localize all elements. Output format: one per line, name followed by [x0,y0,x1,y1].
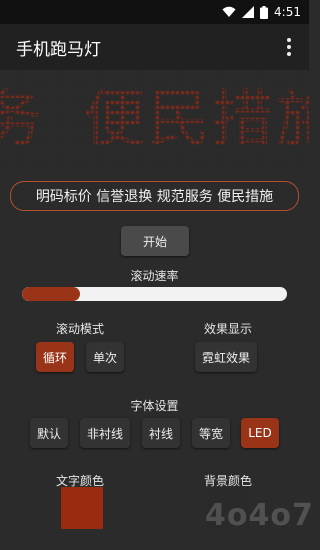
marquee-preview: 务 便民措施 [0,70,309,174]
marquee-text-input-value: 明码标价 信誉退换 规范服务 便民措施 [35,189,274,205]
scroll-mode-once-button[interactable]: 单次 [86,342,124,372]
text-color-swatch[interactable] [61,487,103,529]
font-led-button[interactable]: LED [241,418,279,448]
marquee-text: 务 便民措施 [0,82,309,155]
overflow-menu-icon[interactable] [277,34,301,60]
font-serif-button[interactable]: 衬线 [142,418,180,448]
status-bar: 4:51 [0,0,309,24]
speed-slider[interactable] [22,287,287,301]
wifi-icon [222,6,236,18]
battery-icon [260,5,269,19]
font-settings-label: 字体设置 [130,399,179,413]
status-time: 4:51 [274,5,301,19]
effect-label: 效果显示 [203,322,252,336]
speed-slider-fill [22,287,81,301]
app-title: 手机跑马灯 [16,39,101,60]
font-sans-serif-button[interactable]: 非衬线 [80,418,130,448]
start-button[interactable]: 开始 [121,226,189,256]
scroll-mode-loop-button[interactable]: 循环 [36,342,74,372]
neon-effect-button[interactable]: 霓虹效果 [195,342,257,372]
scroll-mode-label: 滚动模式 [55,322,104,336]
watermark-logo: 4o4o7 [205,498,314,533]
font-default-button[interactable]: 默认 [30,418,68,448]
speed-label: 滚动速率 [130,269,179,283]
signal-icon [242,6,255,18]
app-toolbar: 手机跑马灯 [0,24,309,70]
font-monospace-button[interactable]: 等宽 [192,418,230,448]
marquee-text-input[interactable]: 明码标价 信誉退换 规范服务 便民措施 [10,181,299,211]
